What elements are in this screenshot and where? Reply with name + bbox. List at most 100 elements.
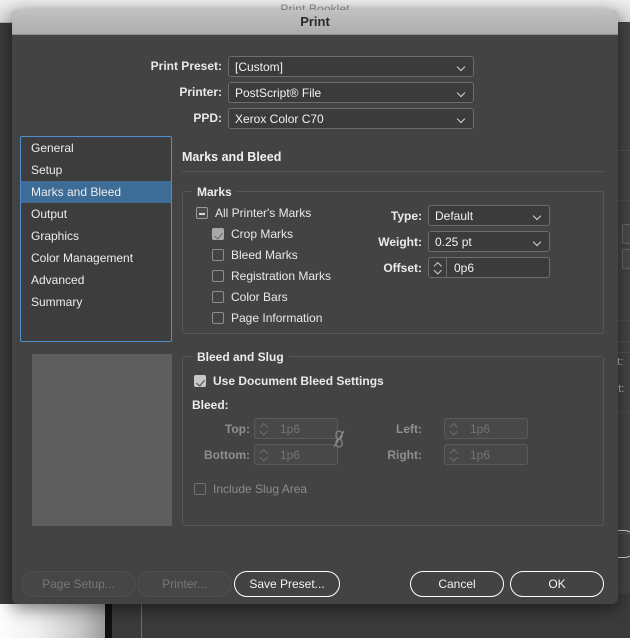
checkbox-checked-icon <box>194 375 206 387</box>
print-preview <box>32 354 172 526</box>
checkbox-label: Use Document Bleed Settings <box>213 374 384 388</box>
checkbox-unchecked-icon <box>212 270 224 282</box>
bleed-right-stepper[interactable] <box>445 445 462 464</box>
bleed-label: Bleed: <box>192 398 229 412</box>
checkbox-label: Bleed Marks <box>231 248 298 262</box>
sidebar-item-label: Output <box>31 207 68 221</box>
bleed-bottom-value: 1p6 <box>280 448 301 462</box>
marks-group-title: Marks <box>192 185 237 199</box>
settings-sidebar[interactable]: General Setup Marks and Bleed Output Gra… <box>20 136 172 342</box>
stepper-down-icon[interactable] <box>260 456 267 460</box>
stepper-down-icon[interactable] <box>260 430 267 434</box>
sidebar-item-setup[interactable]: Setup <box>21 159 171 181</box>
offset-stepper[interactable] <box>429 258 447 277</box>
printer-value: PostScript® File <box>235 86 322 100</box>
printer-label: Printer: <box>179 85 222 99</box>
button-label: Cancel <box>438 577 476 591</box>
sidebar-item-advanced[interactable]: Advanced <box>21 269 171 291</box>
stepper-up-icon[interactable] <box>450 449 457 453</box>
stepper-down-icon[interactable] <box>450 456 457 460</box>
chevron-down-icon <box>534 239 542 244</box>
checkbox-label: Include Slug Area <box>213 482 308 496</box>
sidebar-item-label: Color Management <box>31 251 134 265</box>
page-setup-button[interactable]: Page Setup... <box>21 571 136 597</box>
checkbox-checked-icon <box>212 228 224 240</box>
bleed-top-label: Top: <box>224 422 250 436</box>
bleed-left-input[interactable]: 1p6 <box>444 418 528 439</box>
checkbox-unchecked-icon <box>212 249 224 261</box>
broken-chain-link-icon[interactable] <box>332 429 346 449</box>
sidebar-item-label: Summary <box>31 295 83 309</box>
checkbox-unchecked-icon <box>212 312 224 324</box>
sidebar-item-label: Setup <box>31 163 63 177</box>
ok-button[interactable]: OK <box>510 571 604 597</box>
background-field-2 <box>622 249 630 269</box>
sidebar-item-label: Marks and Bleed <box>31 185 122 199</box>
button-label: Save Preset... <box>249 577 325 591</box>
sidebar-item-summary[interactable]: Summary <box>21 291 171 313</box>
stepper-up-icon[interactable] <box>260 449 267 453</box>
weight-value: 0.25 pt <box>435 235 472 249</box>
save-preset-button[interactable]: Save Preset... <box>234 571 340 597</box>
sidebar-item-label: Graphics <box>31 229 80 243</box>
chevron-down-icon <box>458 64 466 69</box>
offset-value: 0p6 <box>454 261 475 275</box>
printer-button[interactable]: Printer... <box>137 571 232 597</box>
sidebar-item-output[interactable]: Output <box>21 203 171 225</box>
chevron-down-icon <box>458 116 466 121</box>
checkbox-label: All Printer's Marks <box>215 206 312 220</box>
checkbox-label: Registration Marks <box>231 269 332 283</box>
sidebar-item-graphics[interactable]: Graphics <box>21 225 171 247</box>
bleed-top-stepper[interactable] <box>255 419 272 438</box>
bleed-top-input[interactable]: 1p6 <box>254 418 338 439</box>
checkbox-label: Color Bars <box>231 290 288 304</box>
sidebar-item-label: Advanced <box>31 273 85 287</box>
stepper-up-icon[interactable] <box>450 423 457 427</box>
button-label: Page Setup... <box>42 577 115 591</box>
bleed-bottom-stepper[interactable] <box>255 445 272 464</box>
offset-input[interactable]: 0p6 <box>428 257 550 278</box>
checkbox-label: Crop Marks <box>231 227 294 241</box>
sidebar-item-marks-and-bleed[interactable]: Marks and Bleed <box>21 181 171 203</box>
sidebar-item-label: General <box>31 141 74 155</box>
checkbox-unchecked-icon <box>194 483 206 495</box>
print-preset-select[interactable]: [Custom] <box>228 56 474 77</box>
print-preset-label: Print Preset: <box>150 59 222 73</box>
bleed-right-input[interactable]: 1p6 <box>444 444 528 465</box>
ppd-label: PPD: <box>193 111 222 125</box>
offset-label: Offset: <box>383 261 422 275</box>
stepper-down-icon[interactable] <box>450 430 457 434</box>
ppd-select[interactable]: Xerox Color C70 <box>228 108 474 129</box>
bleed-left-label: Left: <box>396 422 422 436</box>
document-gutter <box>105 604 112 638</box>
cancel-button[interactable]: Cancel <box>410 571 504 597</box>
dialog-title: Print <box>300 14 330 29</box>
bleed-and-slug-group-title: Bleed and Slug <box>192 350 289 364</box>
chevron-down-icon <box>534 213 542 218</box>
checkbox-mixed-icon <box>196 207 208 219</box>
document-guide-line <box>141 604 142 638</box>
button-label: OK <box>548 577 566 591</box>
bleed-bottom-input[interactable]: 1p6 <box>254 444 338 465</box>
sidebar-item-general[interactable]: General <box>21 137 171 159</box>
weight-label: Weight: <box>378 235 422 249</box>
bleed-left-stepper[interactable] <box>445 419 462 438</box>
checkbox-label: Page Information <box>231 311 323 325</box>
button-label: Printer... <box>162 577 207 591</box>
checkbox-unchecked-icon <box>212 291 224 303</box>
bleed-right-label: Right: <box>387 448 422 462</box>
bleed-bottom-label: Bottom: <box>204 448 250 462</box>
type-label: Type: <box>390 209 422 223</box>
ppd-value: Xerox Color C70 <box>235 112 324 126</box>
type-select[interactable]: Default <box>428 205 550 226</box>
weight-select[interactable]: 0.25 pt <box>428 231 550 252</box>
stepper-up-icon[interactable] <box>434 262 441 266</box>
chevron-down-icon <box>458 90 466 95</box>
print-preset-value: [Custom] <box>235 60 284 74</box>
stepper-up-icon[interactable] <box>260 423 267 427</box>
sidebar-item-color-management[interactable]: Color Management <box>21 247 171 269</box>
stepper-down-icon[interactable] <box>434 269 441 273</box>
background-field-1 <box>622 224 630 244</box>
document-page-edge <box>0 604 105 638</box>
printer-select[interactable]: PostScript® File <box>228 82 474 103</box>
